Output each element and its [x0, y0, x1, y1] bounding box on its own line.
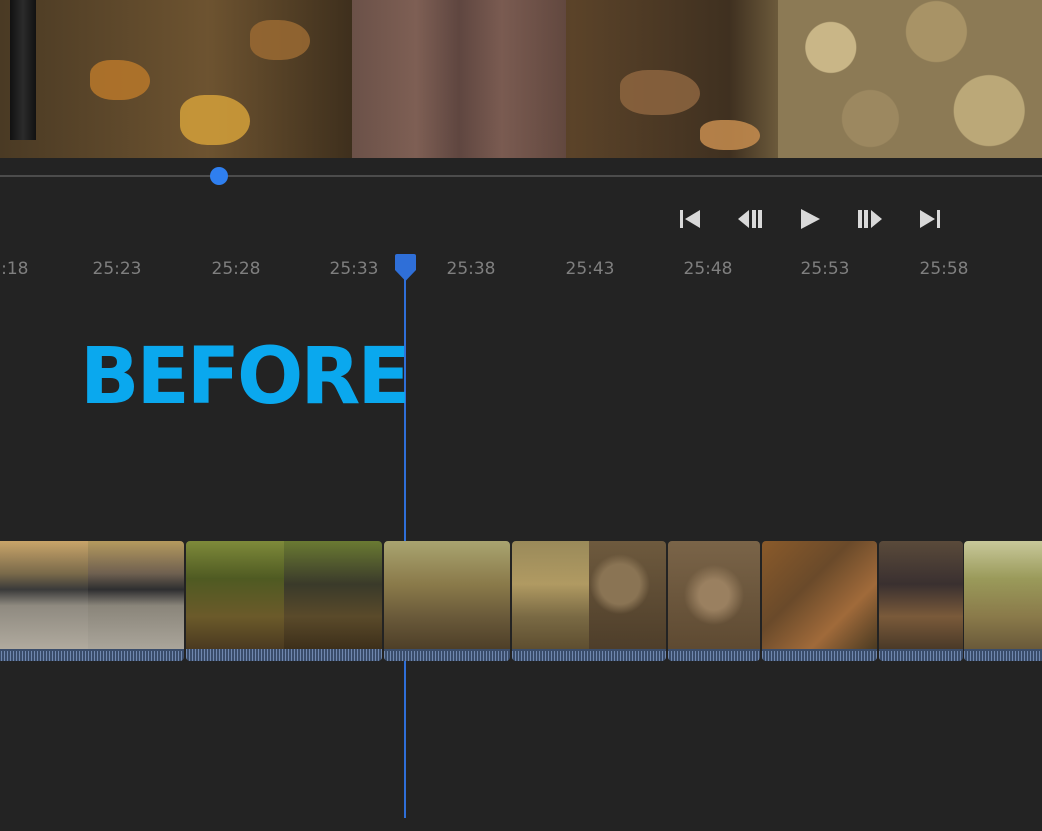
ruler-tick: 25:18 [0, 259, 29, 279]
clip-thumbnail [88, 541, 184, 649]
clip-audio [879, 649, 963, 661]
clip-audio [0, 649, 184, 661]
clip-thumbnail [512, 541, 589, 649]
preview-person-legs [352, 0, 566, 158]
clip-thumbnail [879, 541, 963, 649]
clip-leaves-pipe[interactable] [762, 541, 877, 661]
clip-truck[interactable] [0, 541, 184, 661]
video-preview [0, 0, 1042, 158]
ruler-tick: 25:33 [329, 259, 379, 279]
clip-thumbnail [668, 541, 760, 649]
clip-trail[interactable] [384, 541, 510, 661]
scrubber-progress [0, 175, 219, 177]
clip-thumbnail [384, 541, 510, 649]
clip-audio [512, 649, 666, 661]
play-button[interactable] [780, 203, 840, 235]
step-forward-button[interactable] [840, 203, 900, 235]
skip-start-icon [680, 210, 700, 228]
step-back-icon [738, 210, 762, 228]
skip-end-icon [920, 210, 940, 228]
clip-blurred[interactable] [668, 541, 760, 661]
clip-forest-dig[interactable] [186, 541, 382, 661]
preview-leaf [180, 95, 250, 145]
ruler-tick: 25:48 [683, 259, 733, 279]
ruler-tick: 25:38 [446, 259, 496, 279]
clip-audio [668, 649, 760, 661]
preview-pipe [10, 0, 36, 140]
clip-path-end[interactable] [964, 541, 1042, 661]
preview-stone-wall [778, 0, 1042, 158]
clip-stone-wall[interactable] [512, 541, 666, 661]
scrubber-knob[interactable] [209, 167, 228, 185]
clip-thumbnail [186, 541, 284, 649]
video-track [0, 541, 1042, 663]
clip-audio [186, 649, 382, 661]
preview-leaf [620, 70, 700, 115]
skip-to-start-button[interactable] [660, 203, 720, 235]
clip-thumbnail [964, 541, 1042, 649]
clip-post-hole[interactable] [879, 541, 963, 661]
title-clip-text[interactable]: BEFORE [80, 338, 411, 416]
clip-audio [964, 649, 1042, 661]
clip-thumbnail [0, 541, 88, 649]
clip-audio [762, 649, 877, 661]
timeline-ruler[interactable]: 25:18 25:23 25:28 25:33 25:38 25:43 25:4… [0, 255, 1042, 283]
ruler-tick: 25:58 [919, 259, 969, 279]
step-forward-icon [858, 210, 882, 228]
ruler-tick: 25:23 [92, 259, 142, 279]
clip-thumbnail [762, 541, 877, 649]
ruler-tick: 25:53 [800, 259, 850, 279]
skip-to-end-button[interactable] [900, 203, 960, 235]
ruler-tick: 25:28 [211, 259, 261, 279]
step-back-button[interactable] [720, 203, 780, 235]
transport-controls [660, 203, 960, 235]
clip-thumbnail [284, 541, 382, 649]
preview-leaf [250, 20, 310, 60]
preview-leaf [90, 60, 150, 100]
clip-audio [384, 649, 510, 661]
clip-thumbnail [589, 541, 666, 649]
ruler-tick: 25:43 [565, 259, 615, 279]
preview-leaf [700, 120, 760, 150]
play-icon [801, 209, 820, 229]
